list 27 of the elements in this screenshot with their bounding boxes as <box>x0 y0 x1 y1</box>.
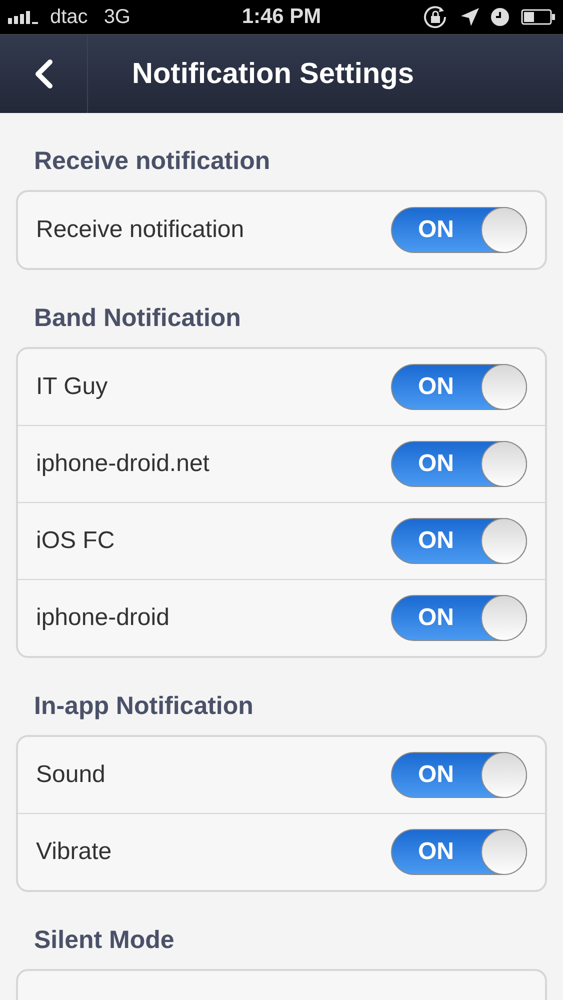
setting-label: Receive notification <box>36 216 244 244</box>
section-header: Silent Mode <box>33 925 176 956</box>
setting-label: iOS FC <box>36 527 115 555</box>
back-icon <box>34 59 54 89</box>
section-header: Band Notification <box>33 303 242 334</box>
status-time: 1:46 PM <box>242 5 322 29</box>
setting-label: Sound <box>36 761 106 789</box>
toggle-switch[interactable]: ON <box>391 829 527 875</box>
section-header: In-app Notification <box>33 691 254 722</box>
setting-label: iphone-droid.net <box>36 450 210 478</box>
network-type: 3G <box>104 6 130 28</box>
location-icon <box>461 8 479 26</box>
toggle-switch[interactable]: ON <box>391 364 527 410</box>
toggle-switch[interactable]: ON <box>391 595 527 641</box>
setting-label: IT Guy <box>36 373 108 401</box>
toggle-switch[interactable]: ON <box>391 441 527 487</box>
clock-icon <box>491 8 509 26</box>
battery-icon <box>521 9 555 25</box>
nav-title: Notification Settings <box>132 58 414 90</box>
toggle-switch[interactable]: ON <box>391 207 527 253</box>
toggle-switch[interactable]: ON <box>391 518 527 564</box>
section-header: Receive notification <box>33 146 272 177</box>
rotation-lock-icon <box>423 5 449 29</box>
toggle-switch[interactable]: ON <box>391 752 527 798</box>
setting-label: iphone-droid <box>36 604 170 632</box>
setting-label: Vibrate <box>36 838 112 866</box>
carrier-name: dtac <box>50 6 88 28</box>
